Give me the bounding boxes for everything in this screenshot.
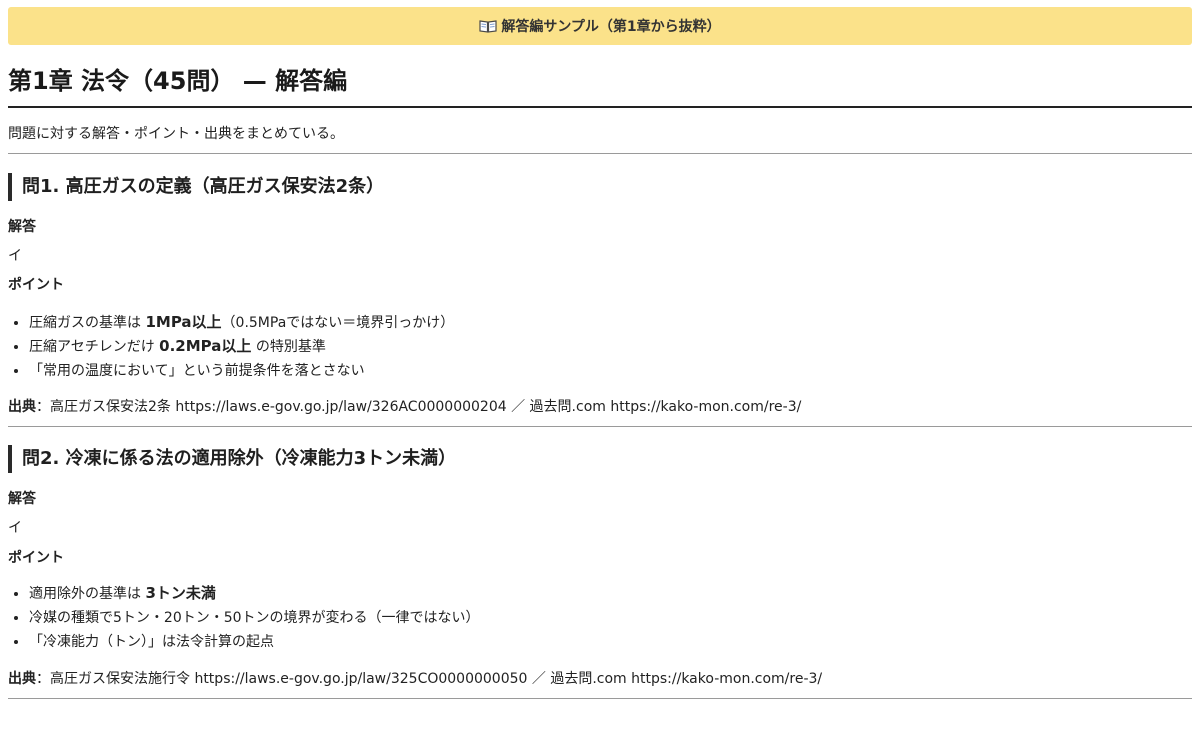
section-divider <box>8 426 1192 427</box>
question-1-answer-label: 解答 <box>8 219 36 235</box>
list-item: 圧縮ガスの基準は 1MPa以上（0.5MPaではない＝境界引っかけ） <box>29 311 454 335</box>
question-2-heading: 問2. 冷凍に係る法の適用除外（冷凍能力3トン未満） <box>8 445 456 473</box>
question-1-points-list: 圧縮ガスの基準は 1MPa以上（0.5MPaではない＝境界引っかけ） 圧縮アセチ… <box>8 311 454 383</box>
question-2-answer-label: 解答 <box>8 491 36 507</box>
source-text: ：高圧ガス保安法2条 https://laws.e-gov.go.jp/law/… <box>36 399 802 415</box>
section-divider <box>8 698 1192 699</box>
title-divider <box>8 106 1192 108</box>
question-2-source: 出典：高圧ガス保安法施行令 https://laws.e-gov.go.jp/l… <box>8 669 822 689</box>
question-2-answer: イ <box>8 520 22 536</box>
question-1-heading: 問1. 高圧ガスの定義（高圧ガス保安法2条） <box>8 173 384 201</box>
section-divider <box>8 153 1192 154</box>
list-item: 冷媒の種類で5トン・20トン・50トンの境界が変わる（一律ではない） <box>29 606 480 630</box>
list-item: 適用除外の基準は 3トン未満 <box>29 582 480 606</box>
question-2-points-label: ポイント <box>8 550 64 566</box>
sample-banner: 解答編サンプル（第1章から抜粋） <box>8 7 1192 45</box>
page-title: 第1章 法令（45問） — 解答編 <box>8 67 348 95</box>
question-2-points-list: 適用除外の基準は 3トン未満 冷媒の種類で5トン・20トン・50トンの境界が変わ… <box>8 582 480 654</box>
open-book-icon <box>479 20 497 33</box>
source-label: 出典 <box>8 399 36 415</box>
list-item: 「冷凍能力（トン）」は法令計算の起点 <box>29 630 480 654</box>
question-1-source: 出典：高圧ガス保安法2条 https://laws.e-gov.go.jp/la… <box>8 397 801 417</box>
banner-text: 解答編サンプル（第1章から抜粋） <box>501 19 721 35</box>
list-item: 「常用の温度において」という前提条件を落とさない <box>29 359 454 383</box>
source-label: 出典 <box>8 671 36 687</box>
list-item: 圧縮アセチレンだけ 0.2MPa以上 の特別基準 <box>29 335 454 359</box>
question-1-points-label: ポイント <box>8 277 64 293</box>
intro-text: 問題に対する解答・ポイント・出典をまとめている。 <box>8 126 344 142</box>
question-1-answer: イ <box>8 248 22 264</box>
source-text: ：高圧ガス保安法施行令 https://laws.e-gov.go.jp/law… <box>36 671 823 687</box>
